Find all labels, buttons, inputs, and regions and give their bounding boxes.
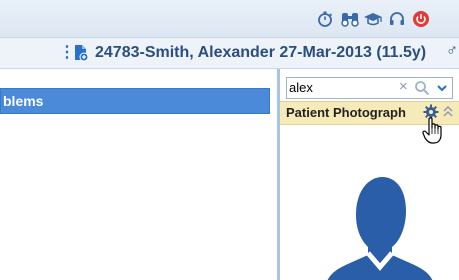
patient-photo-placeholder-avatar[interactable] <box>320 175 440 280</box>
search-icon[interactable] <box>414 80 430 96</box>
app-root: ⋮ 24783-Smith, Alexander 27-Mar-2013 (11… <box>0 0 459 280</box>
search-box: × <box>286 77 453 99</box>
patient-summary[interactable]: 24783-Smith, Alexander 27-Mar-2013 (11.5… <box>95 43 426 63</box>
top-toolbar <box>0 0 459 38</box>
stopwatch-icon[interactable] <box>315 9 335 29</box>
power-icon[interactable] <box>411 9 431 29</box>
chevron-down-icon[interactable] <box>436 81 448 95</box>
problems-section-header[interactable]: blems <box>0 88 270 114</box>
chevron-up-icon[interactable] <box>443 105 453 119</box>
patient-header: ⋮ 24783-Smith, Alexander 27-Mar-2013 (11… <box>0 38 459 69</box>
right-panel: × Patient Photograph <box>280 69 459 280</box>
widget-title: Patient Photograph <box>286 105 406 120</box>
graduation-cap-icon[interactable] <box>363 9 383 29</box>
search-input[interactable] <box>289 79 394 95</box>
more-menu-icon[interactable]: ⋮ <box>59 44 75 62</box>
binoculars-icon[interactable] <box>340 9 360 29</box>
patient-file-icon[interactable] <box>73 44 89 62</box>
hand-cursor-icon <box>422 117 444 145</box>
headset-icon[interactable] <box>387 9 407 29</box>
clear-search-icon[interactable]: × <box>399 78 408 96</box>
male-gender-icon: ♂ <box>446 42 458 59</box>
problems-section-label: blems <box>3 93 44 109</box>
